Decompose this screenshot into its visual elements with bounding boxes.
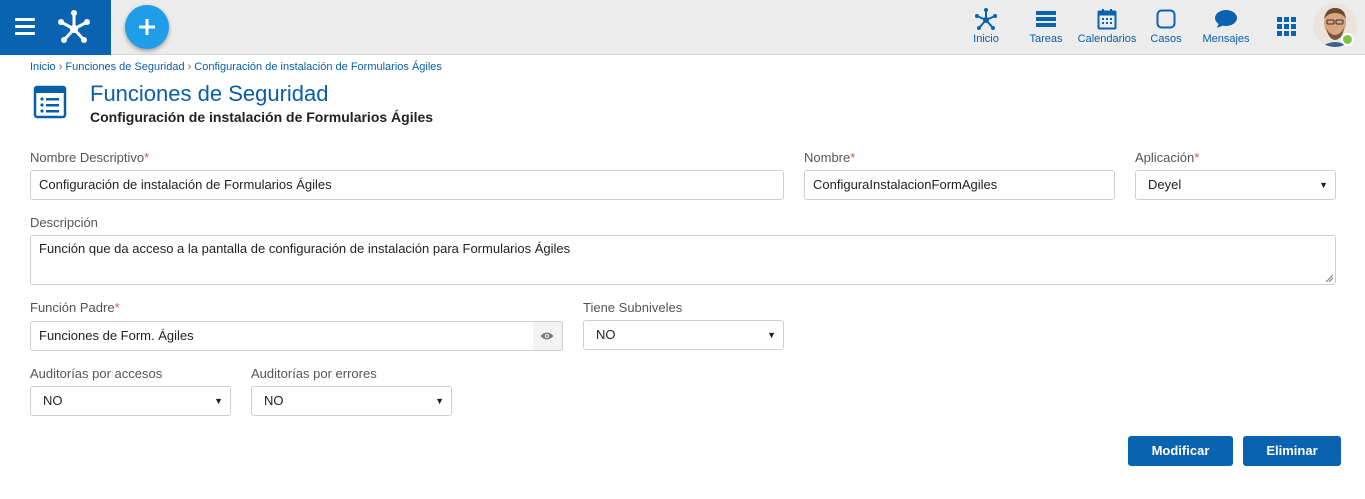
nav-tareas[interactable]: Tareas <box>1026 6 1066 50</box>
plus-icon <box>139 19 155 35</box>
chevron-down-icon: ▼ <box>214 396 223 406</box>
deyel-logo-icon[interactable] <box>56 8 92 44</box>
breadcrumb: Inicio › Funciones de Seguridad › Configurac… <box>30 61 442 73</box>
nombre-field[interactable]: ConfiguraInstalacionFormAgiles <box>804 170 1115 200</box>
chevron-down-icon: ▼ <box>435 396 444 406</box>
nav-casos[interactable]: Casos <box>1148 6 1184 50</box>
page-subtitle: Configuración de instalación de Formular… <box>90 109 434 125</box>
descripcion-label: Descripción <box>30 215 98 230</box>
delete-button[interactable]: Eliminar <box>1243 436 1341 466</box>
nav-tareas-label: Tareas <box>1029 33 1063 45</box>
form-list-icon <box>33 85 67 119</box>
auditorias-errores-select[interactable]: NO ▼ <box>251 386 452 416</box>
page-title: Funciones de Seguridad <box>90 81 329 106</box>
tiene-subniveles-value: NO <box>596 327 616 342</box>
add-button[interactable] <box>125 5 169 49</box>
message-icon <box>1215 10 1237 28</box>
online-status-indicator <box>1341 33 1354 46</box>
descripcion-textarea[interactable]: Función que da acceso a la pantalla de c… <box>30 235 1336 285</box>
auditorias-accesos-value: NO <box>43 393 63 408</box>
modify-button[interactable]: Modificar <box>1128 436 1233 466</box>
chevron-down-icon: ▼ <box>1319 180 1328 190</box>
brand-panel <box>0 0 111 55</box>
nav-inicio[interactable]: Inicio <box>966 6 1006 50</box>
nombre-descriptivo-label: Nombre Descriptivo* <box>30 150 150 165</box>
funcion-padre-label: Función Padre* <box>30 300 120 315</box>
tiene-subniveles-label: Tiene Subniveles <box>583 300 683 315</box>
auditorias-errores-label: Auditorías por errores <box>251 366 377 381</box>
auditorias-accesos-label: Auditorías por accesos <box>30 366 163 381</box>
descripcion-text: Función que da acceso a la pantalla de c… <box>39 241 571 256</box>
apps-grid-icon[interactable] <box>1277 17 1297 37</box>
network-icon <box>975 8 997 30</box>
auditorias-accesos-select[interactable]: NO ▼ <box>30 386 231 416</box>
breadcrumb-current[interactable]: Configuración de instalación de Formular… <box>194 61 442 73</box>
eye-icon <box>540 332 554 340</box>
nav-casos-label: Casos <box>1150 33 1182 45</box>
top-bar: Inicio Tareas Calendarios Casos Mensajes <box>0 0 1365 55</box>
resize-handle-icon[interactable] <box>1325 274 1333 282</box>
chevron-down-icon: ▼ <box>767 330 776 340</box>
aplicacion-select[interactable]: Deyel ▼ <box>1135 170 1336 200</box>
nombre-label: Nombre* <box>804 150 856 165</box>
aplicacion-select-value: Deyel <box>1148 177 1182 192</box>
aplicacion-label: Aplicación* <box>1135 150 1200 165</box>
nav-inicio-label: Inicio <box>973 33 999 45</box>
menu-icon[interactable] <box>15 18 35 36</box>
nav-calendarios-label: Calendarios <box>1077 33 1137 45</box>
tiene-subniveles-select[interactable]: NO ▼ <box>583 320 784 350</box>
funcion-padre-field[interactable]: Funciones de Form. Ágiles <box>30 321 534 351</box>
cases-icon <box>1156 9 1176 29</box>
tasks-icon <box>1036 11 1056 27</box>
view-parent-button[interactable] <box>533 321 563 351</box>
calendar-icon <box>1097 9 1117 30</box>
nav-mensajes[interactable]: Mensajes <box>1200 6 1252 50</box>
nav-calendarios[interactable]: Calendarios <box>1076 6 1138 50</box>
breadcrumb-funciones-seguridad[interactable]: Funciones de Seguridad <box>65 61 184 73</box>
nav-mensajes-label: Mensajes <box>1202 33 1250 45</box>
nombre-descriptivo-field[interactable]: Configuración de instalación de Formular… <box>30 170 784 200</box>
auditorias-errores-value: NO <box>264 393 284 408</box>
breadcrumb-inicio[interactable]: Inicio <box>30 61 56 73</box>
